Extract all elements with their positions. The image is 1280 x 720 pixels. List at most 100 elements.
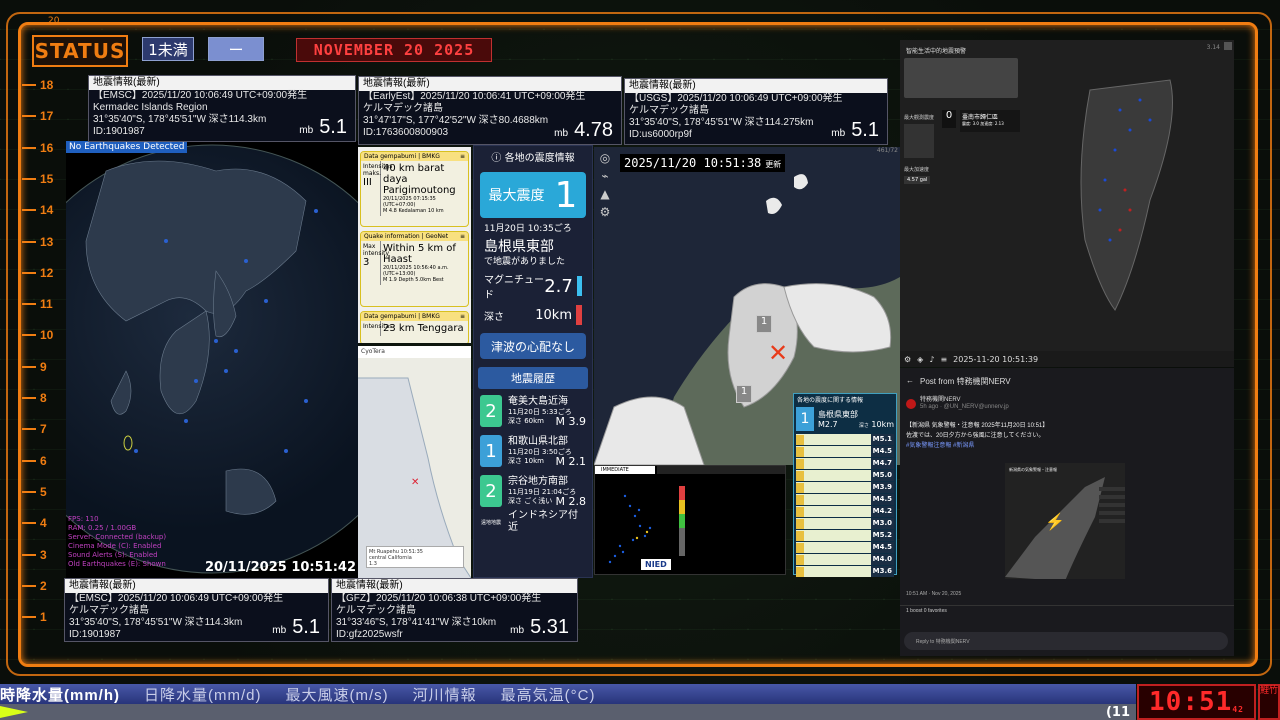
info-icon: ⓘ bbox=[491, 153, 505, 164]
card-header: Data gempabumi | BMKG ≡ bbox=[361, 152, 468, 161]
emsc-bottom-panel[interactable]: 地震情報(最新) 【EMSC】2025/11/20 10:06:49 UTC+0… bbox=[64, 578, 329, 642]
menu-icon[interactable]: ≡ bbox=[460, 233, 465, 240]
quake-feed[interactable]: Data gempabumi | BMKG ≡ Intensitas maks. I… bbox=[358, 147, 471, 343]
shindo-row[interactable]: M4.7 bbox=[796, 458, 894, 469]
emsc-top-panel[interactable]: 地震情報(最新) 【EMSC】2025/11/20 10:06:49 UTC+0… bbox=[88, 75, 356, 142]
nerv-post-panel[interactable]: ← Post from 特務機関NERV 特務機関NERV 5h ago · @UN… bbox=[900, 368, 1234, 656]
usgs-panel[interactable]: 地震情報(最新) 【USGS】2025/11/20 10:06:49 UTC+0… bbox=[624, 78, 888, 145]
ruler-tick: 16 bbox=[22, 141, 62, 155]
history-box: 遠地地震 bbox=[480, 519, 501, 526]
weather-ticker: 時降水量(mm/h) 日降水量(mm/d) 最大風速(m/s) 河川情報 最高気… bbox=[0, 684, 1136, 720]
row-mag: M4.5 bbox=[870, 446, 894, 457]
intensity-marker[interactable]: 1 bbox=[736, 385, 752, 403]
shindo-row[interactable]: M4.0 bbox=[796, 554, 894, 565]
reply-input[interactable]: Reply to 特務機関NERV bbox=[904, 632, 1228, 650]
ticker-item: 河川情報 bbox=[412, 686, 477, 704]
panel-line: 【EarlyEst】2025/11/20 10:06:41 UTC+09:00発… bbox=[363, 91, 586, 102]
history-text: 宗谷地方南部 11月19日 21:04ごろ 深さ ごく浅い M 2.8 bbox=[508, 476, 586, 508]
shindo-row[interactable]: M5.1 bbox=[796, 434, 894, 445]
card-sub: M 1.9 Depth 5.0km Best bbox=[383, 277, 444, 283]
back-icon[interactable]: ← bbox=[906, 376, 914, 387]
depth-bar bbox=[576, 305, 582, 325]
layer-icon[interactable]: ◎ bbox=[594, 151, 616, 165]
ticker-row: 時降水量(mm/h) 日降水量(mm/d) 最大風速(m/s) 河川情報 最高気… bbox=[0, 684, 1136, 704]
status-button[interactable]: STATUS bbox=[32, 35, 128, 67]
feed-card[interactable]: Quake information | GeoNet ≡ Max intensit… bbox=[360, 231, 469, 307]
history-item[interactable]: 1 和歌山県北部 11月20日 3:50ごろ 深さ 10km M 2.1 bbox=[480, 433, 586, 469]
stat-line: Server: Connected (backup) bbox=[68, 533, 167, 541]
post-user[interactable]: 特務機関NERV 5h ago · @UN_NERV@unnerv.jp bbox=[900, 395, 1234, 413]
card-left: Intensitas bbox=[361, 321, 392, 336]
marker-icon[interactable]: ◈ bbox=[917, 355, 923, 364]
shindo-mag: M2.7 bbox=[818, 420, 838, 429]
lightning-icon: ⚡ bbox=[1045, 512, 1065, 531]
earlyest-panel[interactable]: 地震情報(最新) 【EarlyEst】2025/11/20 10:06:41 U… bbox=[358, 76, 622, 145]
shindo-row[interactable]: M5.2 bbox=[796, 530, 894, 541]
niigata-map: ⚡ bbox=[1005, 477, 1125, 579]
list-icon[interactable]: ≡ bbox=[940, 355, 947, 364]
avatar bbox=[906, 399, 916, 409]
post-tags[interactable]: #気象警報注意報 #新潟県 bbox=[906, 441, 1228, 451]
epicenter-icon: ✕ bbox=[768, 339, 789, 367]
ruler-tick: 7 bbox=[22, 422, 62, 436]
globe-panel[interactable]: No Earthquakes Detected FPS: 110 RAM: 0.… bbox=[66, 141, 358, 578]
row-mag: M5.1 bbox=[870, 434, 894, 445]
intensity-pill[interactable]: 1未満 bbox=[142, 37, 194, 61]
magnitude-row: マグニチュード 2.7 bbox=[474, 269, 592, 303]
warning-icon[interactable]: ▲ bbox=[594, 187, 616, 201]
gfz-panel[interactable]: 地震情報(最新) 【GFZ】2025/11/20 10:06:38 UTC+09… bbox=[331, 578, 578, 642]
history-depth: 深さ 10km bbox=[508, 457, 545, 465]
gear-icon[interactable]: ⚙ bbox=[904, 355, 911, 364]
feed-card[interactable]: Data gempabumi | BMKG ≡ Intensitas 23 km … bbox=[360, 311, 469, 343]
menu-icon[interactable]: ≡ bbox=[460, 153, 465, 160]
wave-icon[interactable]: ⌁ bbox=[594, 169, 616, 183]
sound-icon[interactable]: ♪ bbox=[929, 355, 934, 364]
shindo-row[interactable]: M4.5 bbox=[796, 494, 894, 505]
dash-pill[interactable]: ー bbox=[208, 37, 264, 61]
ticker-num: (11 bbox=[1105, 705, 1130, 720]
map-caption: Mt Ruapehu 10:51:35 central California 1… bbox=[366, 546, 464, 568]
epicenter-icon: ✕ bbox=[411, 477, 419, 488]
shindo-info-panel[interactable]: ⓘ 各地の震度情報 最大震度 1 11月20日 10:35ごろ 島根県東部 で地震… bbox=[473, 145, 593, 578]
history-item[interactable]: 2 奄美大島近海 11月20日 5:33ごろ 深さ 60km M 3.9 bbox=[480, 393, 586, 429]
history-text: 奄美大島近海 11月20日 5:33ごろ 深さ 60km M 3.9 bbox=[508, 396, 586, 427]
panel-header: 地震情報(最新) bbox=[359, 77, 621, 91]
gear-icon[interactable]: ⚙ bbox=[594, 205, 616, 219]
menu-icon[interactable]: ≡ bbox=[460, 313, 465, 320]
panel-header: 地震情報(最新) bbox=[625, 79, 887, 93]
post-image[interactable]: 新潟県の気象警報・注意報 ⚡ bbox=[1005, 463, 1125, 579]
history-place: 宗谷地方南部 bbox=[508, 476, 568, 487]
california-map[interactable]: CyoTera ✕ Mt Ruapehu 10:51:35 central Ca… bbox=[358, 346, 471, 578]
history-intensity: 2 bbox=[480, 395, 502, 427]
taiwan-eew-panel[interactable]: 智能生活中的地震預警 3.14 最大觀測震度 0 臺南市歸仁區 震度: 3.0 加… bbox=[900, 40, 1234, 367]
panel-line: 【GFZ】2025/11/20 10:06:38 UTC+09:00発生 bbox=[336, 593, 542, 604]
intensity-swatch bbox=[796, 542, 804, 553]
shindo-row[interactable]: M3.0 bbox=[796, 518, 894, 529]
shindo-row[interactable]: M3.9 bbox=[796, 482, 894, 493]
history-mag: M 2.8 bbox=[555, 495, 586, 508]
post-header: ← Post from 特務機関NERV bbox=[900, 368, 1234, 395]
shindo-row[interactable]: M4.5 bbox=[796, 446, 894, 457]
intensity-swatch bbox=[796, 530, 804, 541]
intensity-swatch bbox=[796, 470, 804, 481]
mag-unit: mb bbox=[554, 128, 569, 139]
ticker-item: 最高気温(°C) bbox=[500, 686, 596, 704]
shindo-row[interactable]: M4.2 bbox=[796, 506, 894, 517]
intensity-marker[interactable]: 1 bbox=[756, 315, 772, 333]
card-left-label: Max intensity bbox=[363, 243, 390, 257]
ruler-tick: 5 bbox=[22, 485, 62, 499]
history-item[interactable]: 2 宗谷地方南部 11月19日 21:04ごろ 深さ ごく浅い M 2.8 bbox=[480, 473, 586, 509]
shindo-row[interactable]: M4.5 bbox=[796, 542, 894, 553]
stat-line: RAM: 0.25 / 1.00GB bbox=[68, 524, 137, 532]
history-intensity: 2 bbox=[480, 475, 502, 507]
shindo-row[interactable]: M3.6 bbox=[796, 566, 894, 577]
shindo-list-panel[interactable]: 各地の震度に関する情報 1 島根県東部 M2.7 深さ 10km M5.1 M4.5… bbox=[793, 393, 897, 577]
map-timestamp: 2025/11/20 10:51:38 更新 bbox=[620, 154, 786, 172]
intensity-swatch bbox=[796, 554, 804, 565]
feed-card[interactable]: Data gempabumi | BMKG ≡ Intensitas maks. I… bbox=[360, 151, 469, 227]
shindo-row[interactable]: M5.0 bbox=[796, 470, 894, 481]
history-place: インドネシア付近 bbox=[508, 510, 578, 533]
history-item[interactable]: 遠地地震 インドネシア付近 bbox=[480, 510, 586, 533]
nied-panel[interactable]: NIED IMMEDIATE bbox=[594, 465, 786, 575]
history-header: 地震履歴 bbox=[478, 367, 588, 389]
